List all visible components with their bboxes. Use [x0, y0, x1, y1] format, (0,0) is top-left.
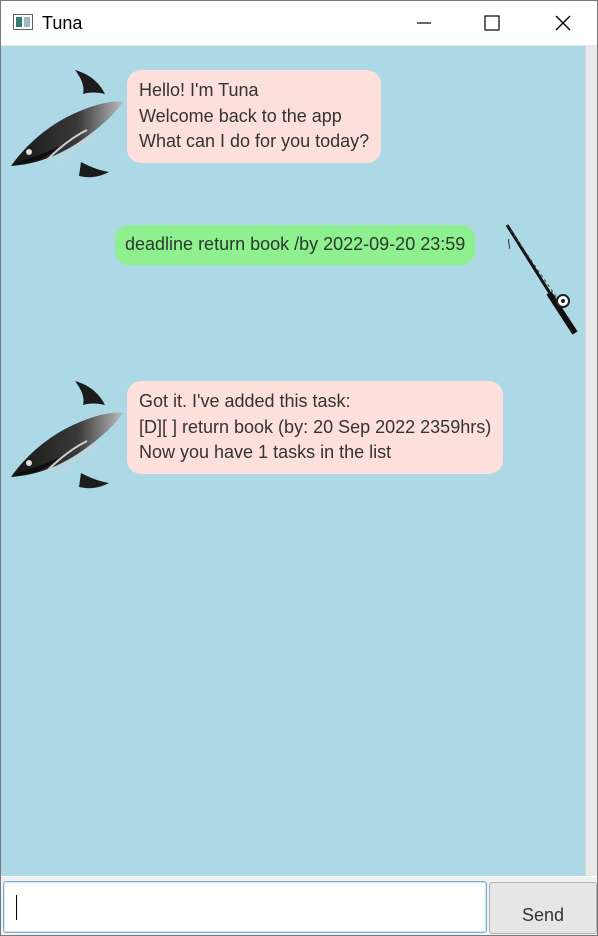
send-button[interactable]: Send: [489, 882, 597, 934]
message-line: Welcome back to the app: [139, 105, 342, 126]
window-title: Tuna: [42, 13, 83, 33]
close-button[interactable]: [528, 1, 597, 45]
text-caret: [16, 895, 17, 920]
dialog-container[interactable]: Hello! I'm Tuna Welcome back to the app …: [1, 46, 585, 876]
tuna-fish-icon: [11, 381, 123, 489]
bot-message-bubble: Hello! I'm Tuna Welcome back to the app …: [127, 70, 382, 163]
bot-message-bubble: Got it. I've added this task: [D][ ] ret…: [127, 381, 504, 474]
user-message-bubble: deadline return book /by 2022-09-20 23:5…: [115, 225, 476, 265]
message-line: Hello! I'm Tuna: [139, 80, 259, 100]
tuna-fish-icon: [11, 70, 123, 178]
minimize-button[interactable]: [389, 1, 459, 45]
message-line: [D][ ] return book (by: 20 Sep 2022 2359…: [139, 416, 492, 437]
minimize-icon: [417, 22, 431, 24]
close-icon: [555, 15, 571, 31]
message-line: What can I do for you today?: [139, 131, 370, 151]
message-line: Got it. I've added this task:: [139, 391, 351, 411]
app-window: Tuna Hello! I'm Tuna Welcome back to the…: [0, 0, 598, 936]
input-bar: Send: [1, 877, 597, 935]
fishing-rod-icon: [505, 224, 578, 335]
message-line: deadline return book /by 2022-09-20 23:5…: [125, 234, 466, 254]
message-input[interactable]: [3, 881, 487, 933]
vertical-scrollbar[interactable]: [585, 46, 597, 876]
message-line: Now you have 1 tasks in the list: [139, 442, 392, 462]
maximize-button[interactable]: [457, 1, 527, 45]
maximize-icon: [484, 15, 500, 31]
app-window-icon: [13, 14, 33, 30]
title-bar: Tuna: [1, 1, 597, 46]
